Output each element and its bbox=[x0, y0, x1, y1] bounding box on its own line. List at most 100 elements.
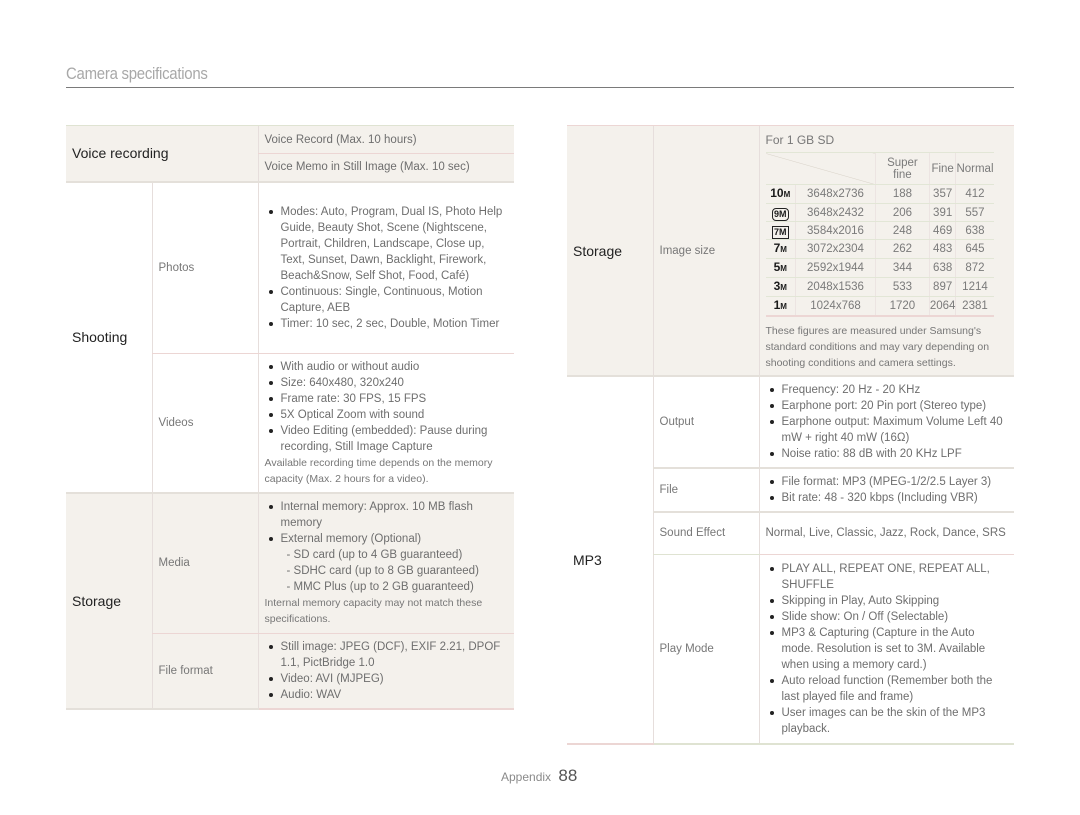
bullet-item: Earphone output: Maximum Volume Left 40 … bbox=[766, 414, 1009, 446]
bullet-item: Frame rate: 30 FPS, 15 FPS bbox=[265, 391, 509, 407]
bullet-item: Video: AVI (MJPEG) bbox=[265, 671, 509, 687]
7m-widescreen-size-icon: 7M bbox=[765, 221, 796, 240]
fine-value: 483 bbox=[928, 239, 956, 259]
spec-table-left: Voice recording Voice Record (Max. 10 ho… bbox=[66, 125, 514, 710]
bullet-item: External memory (Optional) bbox=[265, 531, 509, 547]
videos-note: Available recording time depends on the … bbox=[264, 457, 493, 485]
voice-memo-spec: Voice Memo in Still Image (Max. 10 sec) bbox=[257, 153, 514, 183]
table-row: 5M 2592x1944 344 638 872 bbox=[765, 258, 994, 278]
normal-value: 1214 bbox=[955, 277, 994, 297]
bullet-item: File format: MP3 (MPEG-1/2/2.5 Layer 3) bbox=[766, 474, 1009, 490]
col-header: Normal bbox=[955, 152, 994, 185]
normal-value: 412 bbox=[955, 184, 994, 204]
sub-item: - SDHC card (up to 8 GB guaranteed) bbox=[286, 565, 479, 578]
bullet-item: Skipping in Play, Auto Skipping bbox=[766, 593, 1009, 609]
normal-value: 645 bbox=[955, 239, 994, 259]
bullet-item: Size: 640x480, 320x240 bbox=[265, 375, 509, 391]
storage-label-right: Storage bbox=[567, 125, 653, 377]
sound-effect-spec: Normal, Live, Classic, Jazz, Rock, Dance… bbox=[758, 512, 1014, 555]
bullet-item: Noise ratio: 88 dB with 20 KHz LPF bbox=[766, 446, 1009, 462]
fine-value: 638 bbox=[928, 258, 956, 278]
resolution: 2048x1536 bbox=[795, 277, 876, 297]
bullet-item: 5X Optical Zoom with sound bbox=[265, 407, 509, 423]
output-spec: Frequency: 20 Hz - 20 KHz Earphone port:… bbox=[758, 376, 1014, 469]
table-row: 1M 1024x768 1720 2064 2381 bbox=[765, 296, 994, 317]
resolution: 2592x1944 bbox=[795, 258, 876, 278]
bullet-item: Audio: WAV bbox=[265, 687, 509, 703]
bullet-item: User images can be the skin of the MP3 p… bbox=[766, 705, 1009, 737]
footer-section: Appendix bbox=[501, 770, 552, 784]
fine-value: 469 bbox=[928, 221, 956, 240]
image-size-caption: For 1 GB SD bbox=[765, 133, 835, 147]
super-fine-value: 262 bbox=[875, 239, 930, 259]
sub-item: - SD card (up to 4 GB guaranteed) bbox=[286, 549, 463, 562]
col-header: Fine bbox=[928, 152, 956, 185]
voice-recording-label: Voice recording bbox=[66, 125, 258, 183]
table-row: 7M 3584x2016 248 469 638 bbox=[765, 221, 994, 240]
bullet-item: Slide show: On / Off (Selectable) bbox=[766, 609, 1009, 625]
image-size-note: These figures are measured under Samsung… bbox=[765, 325, 990, 369]
super-fine-value: 1720 bbox=[875, 296, 930, 317]
image-size-spec: For 1 GB SD Super fine Fine Normal 10M 3… bbox=[758, 125, 1014, 377]
storage-label: Storage bbox=[66, 493, 152, 710]
fine-value: 2064 bbox=[928, 296, 956, 317]
sub-item: - MMC Plus (up to 2 GB guaranteed) bbox=[286, 581, 474, 594]
file-format-spec: Still image: JPEG (DCF), EXIF 2.21, DPOF… bbox=[257, 633, 514, 710]
bullet-item: Earphone port: 20 Pin port (Stereo type) bbox=[766, 398, 1009, 414]
normal-value: 2381 bbox=[955, 296, 994, 317]
table-row: 9M 3648x2432 206 391 557 bbox=[765, 203, 994, 222]
table-row: 10M 3648x2736 188 357 412 bbox=[765, 184, 994, 204]
storage-media-row: Storage Media Internal memory: Approx. 1… bbox=[66, 493, 514, 710]
image-size-table: Super fine Fine Normal 10M 3648x2736 188… bbox=[765, 152, 994, 317]
title-divider bbox=[66, 87, 1014, 88]
media-spec: Internal memory: Approx. 10 MB flash mem… bbox=[257, 493, 514, 634]
mp3-output-row: MP3 Output Frequency: 20 Hz - 20 KHz Ear… bbox=[567, 376, 1014, 745]
bullet-item: Frequency: 20 Hz - 20 KHz bbox=[766, 382, 1009, 398]
shooting-label: Shooting bbox=[66, 181, 152, 494]
fine-value: 897 bbox=[928, 277, 956, 297]
media-note: Internal memory capacity may not match t… bbox=[264, 597, 483, 626]
play-mode-label: Play Mode bbox=[652, 554, 759, 745]
super-fine-value: 206 bbox=[875, 203, 930, 222]
7m-size-icon: 7M bbox=[765, 239, 796, 259]
bullet-item: Continuous: Single, Continuous, Motion C… bbox=[265, 284, 509, 316]
bullet-item: Timer: 10 sec, 2 sec, Double, Motion Tim… bbox=[265, 316, 509, 332]
table-row: 7M 3072x2304 262 483 645 bbox=[765, 239, 994, 259]
5m-size-icon: 5M bbox=[765, 258, 796, 278]
table-row: 3M 2048x1536 533 897 1214 bbox=[765, 277, 994, 297]
bullet-item: Still image: JPEG (DCF), EXIF 2.21, DPOF… bbox=[265, 639, 509, 671]
file-label: File bbox=[652, 468, 759, 513]
media-label: Media bbox=[151, 493, 258, 634]
videos-spec: With audio or without audio Size: 640x48… bbox=[257, 353, 514, 494]
resolution: 3584x2016 bbox=[795, 221, 876, 240]
voice-record-spec: Voice Record (Max. 10 hours) bbox=[257, 125, 514, 154]
image-size-label: Image size bbox=[652, 125, 759, 377]
sound-effect-label: Sound Effect bbox=[652, 512, 759, 555]
bullet-item: Modes: Auto, Program, Dual IS, Photo Hel… bbox=[265, 204, 509, 284]
super-fine-value: 188 bbox=[875, 184, 930, 204]
play-mode-spec: PLAY ALL, REPEAT ONE, REPEAT ALL, SHUFFL… bbox=[758, 554, 1014, 745]
page-footer: Appendix 88 bbox=[501, 766, 577, 786]
output-label: Output bbox=[652, 376, 759, 469]
super-fine-value: 533 bbox=[875, 277, 930, 297]
normal-value: 638 bbox=[955, 221, 994, 240]
normal-value: 872 bbox=[955, 258, 994, 278]
videos-label: Videos bbox=[151, 353, 258, 494]
size-table-header: Super fine Fine Normal bbox=[765, 152, 994, 185]
bullet-item: PLAY ALL, REPEAT ONE, REPEAT ALL, SHUFFL… bbox=[766, 561, 1009, 593]
fine-value: 391 bbox=[928, 203, 956, 222]
photos-spec: Modes: Auto, Program, Dual IS, Photo Hel… bbox=[257, 181, 514, 354]
image-size-row: Storage Image size For 1 GB SD Super fin… bbox=[567, 125, 1014, 377]
resolution: 3648x2432 bbox=[795, 203, 876, 222]
resolution: 1024x768 bbox=[795, 296, 876, 317]
spec-table-right: Storage Image size For 1 GB SD Super fin… bbox=[567, 125, 1014, 745]
10m-size-icon: 10M bbox=[765, 184, 796, 204]
voice-recording-row: Voice recording Voice Record (Max. 10 ho… bbox=[66, 125, 514, 183]
9m-wide-size-icon: 9M bbox=[765, 203, 796, 222]
super-fine-value: 344 bbox=[875, 258, 930, 278]
bullet-item: With audio or without audio bbox=[265, 359, 509, 375]
1m-size-icon: 1M bbox=[765, 296, 796, 317]
file-format-label: File format bbox=[151, 633, 258, 710]
normal-value: 557 bbox=[955, 203, 994, 222]
resolution: 3648x2736 bbox=[795, 184, 876, 204]
